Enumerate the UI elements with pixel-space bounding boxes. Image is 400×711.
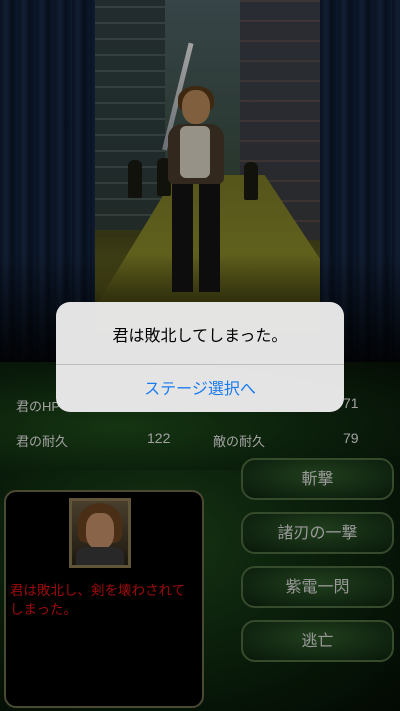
defeat-alert: 君は敗北してしまった。 ステージ選択へ [56,302,344,412]
stage-select-button[interactable]: ステージ選択へ [56,365,344,412]
alert-title: 君は敗北してしまった。 [112,326,288,345]
